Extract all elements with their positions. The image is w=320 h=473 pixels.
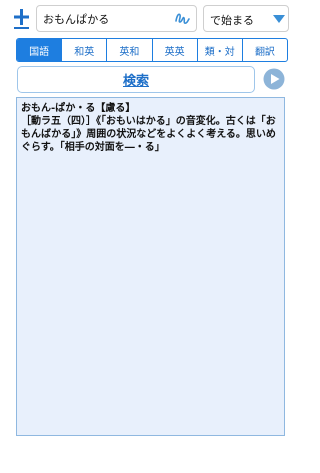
search-box[interactable] <box>36 5 197 32</box>
search-button-label: 検索 <box>122 74 149 89</box>
tab-synonyms-antonyms[interactable]: 類・対 <box>198 39 243 61</box>
tab-translate[interactable]: 翻訳 <box>243 39 287 61</box>
tab-eiwa[interactable]: 英和 <box>107 39 153 61</box>
dictionary-tabs: 国語 和英 英和 英英 類・対 翻訳 <box>16 38 288 62</box>
match-mode-label: で始まる <box>210 14 254 27</box>
result-panel: おもん-ぱか・る【慮る】 ［動ラ五（四）］《「おもいはかる」の音変化。古くは「お… <box>16 97 285 436</box>
tab-waei[interactable]: 和英 <box>62 39 108 61</box>
match-mode-select[interactable]: で始まる <box>203 5 289 32</box>
definition-text: おもん-ぱか・る【慮る】 ［動ラ五（四）］《「おもいはかる」の音変化。古くは「お… <box>21 103 276 153</box>
tab-kokugo[interactable]: 国語 <box>17 39 63 61</box>
chevron-down-icon <box>273 15 285 23</box>
search-button[interactable]: 検索 <box>17 66 255 93</box>
add-button[interactable] <box>11 7 33 31</box>
plus-icon <box>14 9 29 29</box>
play-icon <box>263 68 285 90</box>
tab-eiei[interactable]: 英英 <box>153 39 198 61</box>
search-input[interactable] <box>43 6 171 31</box>
play-button[interactable] <box>263 68 285 90</box>
handwriting-icon[interactable] <box>174 10 191 27</box>
